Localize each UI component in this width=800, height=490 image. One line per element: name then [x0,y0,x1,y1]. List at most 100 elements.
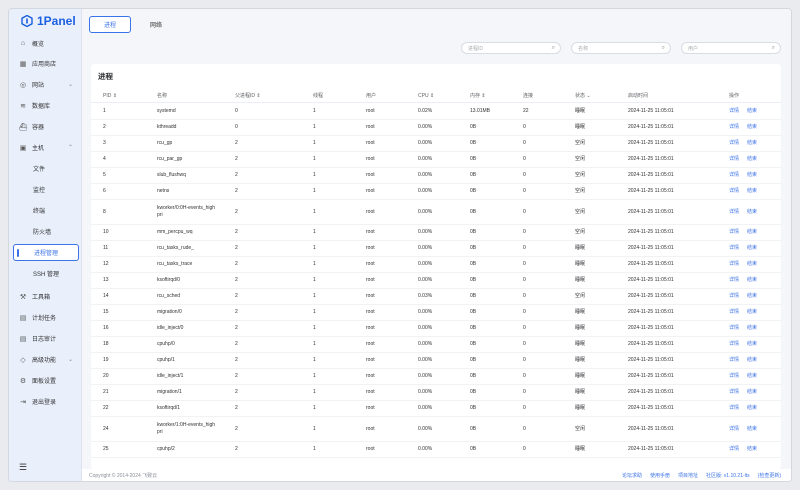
table-cell: 21 [103,389,109,396]
detail-link[interactable]: 详情 [729,241,739,256]
sidebar-item-16[interactable]: ⚙ 面板设置 [13,372,79,389]
detail-link[interactable]: 详情 [729,305,739,320]
column-header[interactable]: CPU ⇕ [418,91,434,102]
user-search-input[interactable]: 用户 ⌕ [681,42,781,54]
footer-link-4[interactable]: (检查更新) [758,472,781,479]
detail-link[interactable]: 详情 [729,369,739,384]
search-icon: ⌕ [551,45,555,51]
end-process-link[interactable]: 结束 [747,225,757,240]
table-cell: root [366,229,375,236]
end-process-link[interactable]: 结束 [747,120,757,135]
end-process-link[interactable]: 结束 [747,184,757,199]
sidebar-item-label: 计划任务 [32,316,57,322]
end-process-link[interactable]: 结束 [747,152,757,167]
end-process-link[interactable]: 结束 [747,305,757,320]
end-process-link[interactable]: 结束 [747,104,757,119]
detail-link[interactable]: 详情 [729,136,739,151]
detail-link[interactable]: 详情 [729,257,739,272]
footer-link-2[interactable]: 项目地址 [678,472,698,479]
column-header[interactable]: 名称 [157,91,167,102]
end-process-link[interactable]: 结束 [747,353,757,368]
table-cell: 19 [103,357,109,364]
detail-link[interactable]: 详情 [729,184,739,199]
table-cell: 睡眠 [575,108,586,115]
detail-link[interactable]: 详情 [729,442,739,457]
sidebar-item-8[interactable]: 终端 [13,202,79,219]
end-process-link[interactable]: 结束 [747,401,757,416]
column-header[interactable]: PID ⇕ [103,91,117,102]
end-process-link[interactable]: 结束 [747,257,757,272]
detail-link[interactable]: 详情 [729,168,739,183]
sidebar-item-4[interactable]: ⛴ 容器 [13,118,79,135]
table-cell: 0 [523,245,526,252]
footer-link-1[interactable]: 使用手册 [650,472,670,479]
sidebar-item-5[interactable]: ▣ 主机 ⌃ [13,139,79,156]
column-header[interactable]: 线程 [313,91,323,102]
app-logo[interactable]: 1Panel [9,9,81,33]
column-header[interactable]: 父进程ID ⇕ [235,91,261,102]
detail-link[interactable]: 详情 [729,417,739,441]
table-cell: 2024-11-25 11:05:01 [628,293,674,300]
sidebar-item-12[interactable]: ⚒ 工具箱 [13,288,79,305]
table-cell: 空闲 [575,140,586,147]
detail-link[interactable]: 详情 [729,120,739,135]
sidebar-item-13[interactable]: ▤ 计划任务 [13,309,79,326]
sidebar-item-10[interactable]: 进程管理 [13,244,79,261]
sidebar-item-9[interactable]: 防火墙 [13,223,79,240]
collapse-menu-icon[interactable]: ☰ [19,462,27,473]
detail-link[interactable]: 详情 [729,337,739,352]
footer-link-0[interactable]: 论坛求助 [622,472,642,479]
end-process-link[interactable]: 结束 [747,369,757,384]
detail-link[interactable]: 详情 [729,353,739,368]
tab-0[interactable]: 进程 [89,16,132,33]
column-header[interactable]: 用户 [366,91,376,102]
column-header[interactable]: 状态 ⌄ [575,91,591,102]
sidebar-item-17[interactable]: ⇥ 退出登录 [13,393,79,410]
pid-search-input[interactable]: 进程ID ⌕ [461,42,561,54]
sidebar-item-2[interactable]: ◎ 网站 ⌄ [13,76,79,93]
copyright-text: Copyright © 2014-2024 飞致云 [89,472,158,479]
sidebar-item-3[interactable]: ≋ 数据库 [13,97,79,114]
end-process-link[interactable]: 结束 [747,168,757,183]
table-cell: 1 [313,357,316,364]
column-header[interactable]: 连接 [523,91,533,102]
end-process-link[interactable]: 结束 [747,417,757,441]
table-cell: 0B [470,208,477,215]
table-cell: 2 [235,309,238,316]
name-search-input[interactable]: 名称 ⌕ [571,42,671,54]
detail-link[interactable]: 详情 [729,104,739,119]
table-cell: 空闲 [575,156,586,163]
end-process-link[interactable]: 结束 [747,321,757,336]
detail-link[interactable]: 详情 [729,152,739,167]
sidebar-item-15[interactable]: ◇ 高级功能 ⌄ [13,351,79,368]
table-row: 22 ksoftirqd/1 2 1 root 0.00% 0B 0 睡眠 2024-11-25 … [91,401,781,417]
detail-link[interactable]: 详情 [729,225,739,240]
sidebar-item-14[interactable]: ▤ 日志审计 [13,330,79,347]
end-process-link[interactable]: 结束 [747,289,757,304]
end-process-link[interactable]: 结束 [747,442,757,457]
detail-link[interactable]: 详情 [729,321,739,336]
sidebar-item-6[interactable]: 文件 [13,160,79,177]
end-process-link[interactable]: 结束 [747,136,757,151]
sidebar-item-1[interactable]: ▦ 应用商店 [13,55,79,72]
end-process-link[interactable]: 结束 [747,200,757,224]
column-header: 操作 [729,93,740,100]
column-header[interactable]: 启动时间 [628,91,648,102]
detail-link[interactable]: 详情 [729,289,739,304]
sidebar-item-7[interactable]: 监控 [13,181,79,198]
footer-link-3[interactable]: 社区版: v1.10.21-lts [706,472,750,479]
footer: Copyright © 2014-2024 飞致云 论坛求助 使用手册 项目地址 社区… [82,469,791,481]
detail-link[interactable]: 详情 [729,200,739,224]
detail-link[interactable]: 详情 [729,401,739,416]
detail-link[interactable]: 详情 [729,385,739,400]
end-process-link[interactable]: 结束 [747,241,757,256]
end-process-link[interactable]: 结束 [747,337,757,352]
column-header[interactable]: 内存 ⇕ [470,91,486,102]
sidebar-item-0[interactable]: ⌂ 概览 [13,35,79,52]
detail-link[interactable]: 详情 [729,273,739,288]
end-process-link[interactable]: 结束 [747,273,757,288]
table-cell: 5 [103,172,106,179]
tab-1[interactable]: 网络 [135,16,177,33]
end-process-link[interactable]: 结束 [747,385,757,400]
sidebar-item-11[interactable]: SSH 管理 [13,265,79,282]
